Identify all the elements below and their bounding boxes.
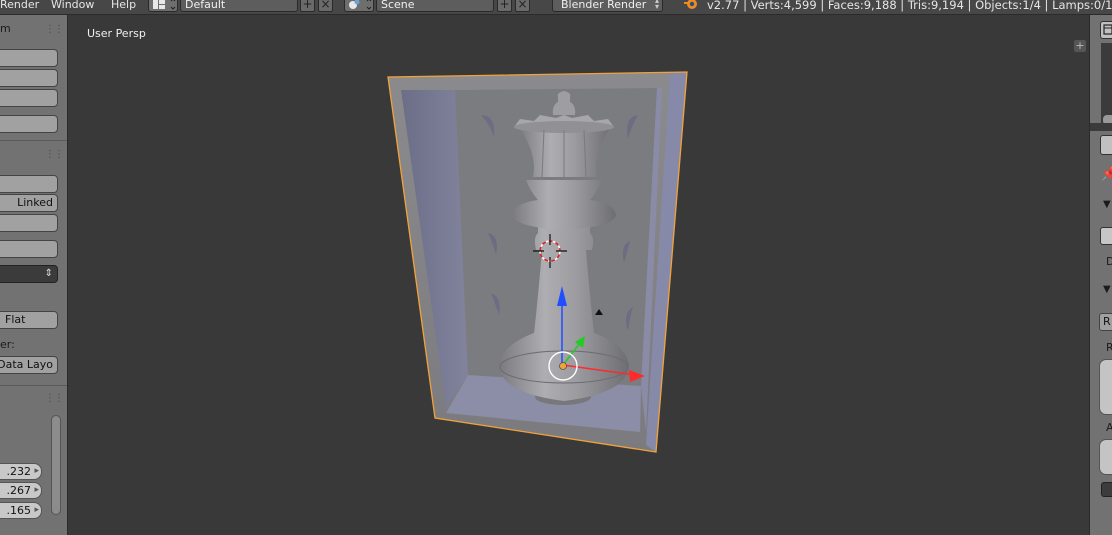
scene-render[interactable] <box>68 15 1088 535</box>
tool-button-3[interactable] <box>0 89 58 107</box>
properties-area-dark <box>1101 43 1112 123</box>
tool-shelf: m ⋮⋮ ⋮⋮ Linked ⇕ Flat er: Data Layo ⋮⋮ .… <box>0 15 68 535</box>
panel-separator <box>1090 123 1112 131</box>
panel-scrollbar[interactable] <box>51 415 61 515</box>
render-icon[interactable] <box>1100 227 1112 245</box>
data-layer-label: er: <box>0 338 15 351</box>
properties-header-icon[interactable] <box>1100 21 1112 39</box>
tool-button-5[interactable] <box>0 175 58 193</box>
panel-collapse-icon[interactable]: ▼ <box>1103 284 1111 295</box>
a-label: A <box>1106 421 1112 434</box>
scene-statistics: v2.77 | Verts:4,599 | Faces:9,188 | Tris… <box>707 0 1112 12</box>
tool-button-6[interactable] <box>0 214 58 232</box>
panel-title-fragment: m <box>0 22 11 35</box>
field-a[interactable] <box>1099 439 1112 475</box>
object-origin-icon <box>559 362 567 370</box>
scene-icon[interactable] <box>344 0 374 12</box>
add-scene-button[interactable]: + <box>497 0 512 12</box>
dropdown-arrows-icon: ▴ ▾ <box>654 0 659 11</box>
panel-grip-icon[interactable]: ⋮⋮ <box>45 393 64 404</box>
help-menu[interactable]: Help <box>111 0 136 11</box>
remove-scene-button[interactable]: × <box>515 0 530 12</box>
shading-flat-button[interactable]: Flat <box>0 311 58 329</box>
properties-tab-icon[interactable] <box>1100 135 1112 155</box>
value-field-1[interactable]: .232 <box>0 463 42 480</box>
pin-icon[interactable]: 📌 <box>1101 167 1112 182</box>
panel-collapse-icon[interactable]: ▼ <box>1103 199 1111 210</box>
render-menu[interactable]: Render <box>0 0 39 11</box>
make-links-linked-button[interactable]: Linked <box>0 194 58 212</box>
panel-divider <box>0 385 67 386</box>
render-engine-dropdown[interactable]: Blender Render ▴ ▾ <box>552 0 663 12</box>
render-engine-label: Blender Render <box>561 0 647 11</box>
screen-layout-field[interactable]: Default <box>180 0 298 12</box>
properties-panel: 📌 ▼ D ▼ R R A <box>1089 15 1112 535</box>
dropdown-select[interactable]: ⇕ <box>0 265 58 283</box>
info-header: Render Window Help Default + × Scene + ×… <box>0 0 1112 15</box>
r-label: R <box>1106 341 1112 354</box>
panel-grip-icon[interactable]: ⋮⋮ <box>45 24 64 35</box>
d-label: D <box>1106 255 1112 268</box>
r-button[interactable]: R <box>1099 313 1112 331</box>
vector-field[interactable] <box>1099 359 1112 415</box>
screen-layout-icon[interactable] <box>148 0 178 12</box>
panel-divider <box>0 140 67 141</box>
blender-logo-icon <box>683 0 699 14</box>
value-field-2[interactable]: .267 <box>0 482 42 499</box>
panel-grip-icon[interactable]: ⋮⋮ <box>45 149 64 160</box>
tool-button-1[interactable] <box>0 49 58 67</box>
3d-viewport[interactable]: User Persp + <box>68 15 1088 535</box>
scene-field[interactable]: Scene <box>376 0 494 12</box>
window-menu[interactable]: Window <box>51 0 94 11</box>
checkbox[interactable] <box>1101 482 1112 497</box>
tool-button-7[interactable] <box>0 240 58 258</box>
tool-button-4[interactable] <box>0 115 58 133</box>
remove-screen-button[interactable]: × <box>318 0 333 12</box>
add-screen-button[interactable]: + <box>300 0 315 12</box>
tool-button-2[interactable] <box>0 69 58 87</box>
value-field-3[interactable]: .165 <box>0 502 42 519</box>
data-layer-button[interactable]: Data Layo <box>0 356 58 374</box>
